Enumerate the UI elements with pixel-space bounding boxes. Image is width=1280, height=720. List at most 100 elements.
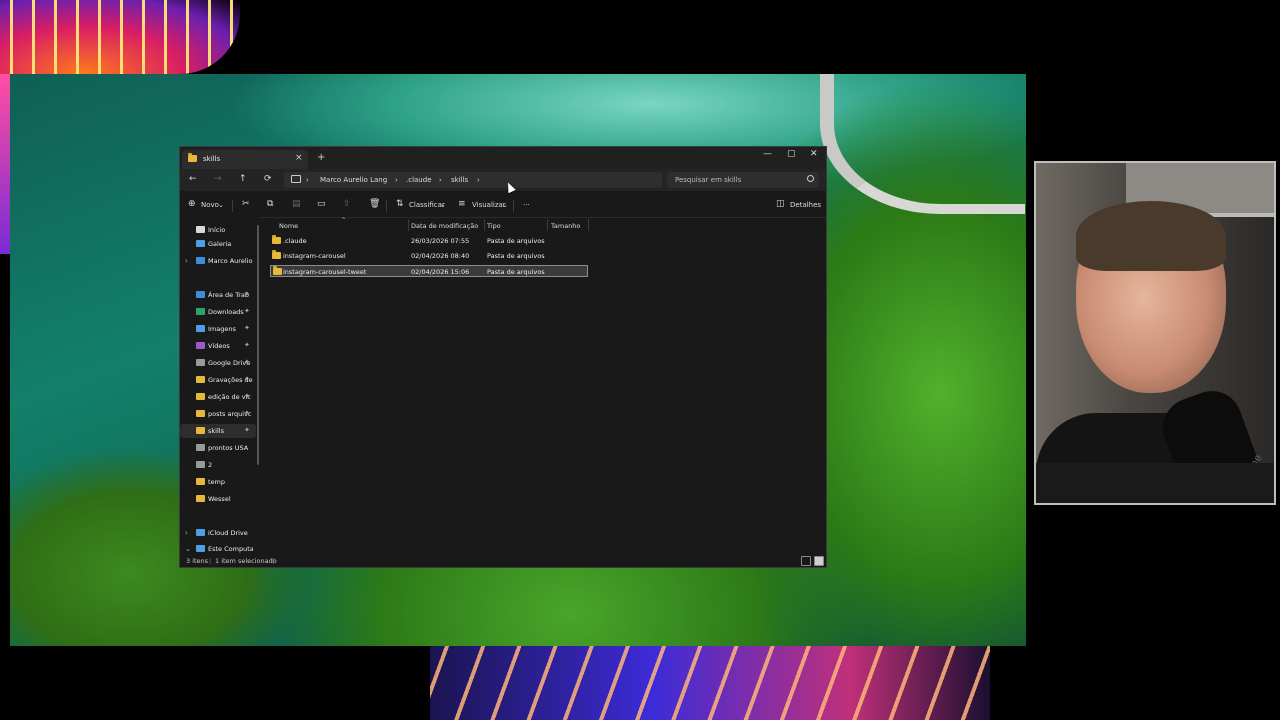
column-divider[interactable] [484, 219, 485, 231]
breadcrumb-claude[interactable]: .claude [406, 176, 432, 184]
sidebar-item[interactable]: Imagens ✦ [180, 322, 256, 336]
tab-bar: skills × + — ▢ ✕ [180, 147, 826, 169]
sidebar-item-label: Wessel [208, 495, 231, 503]
collapse-chevron-icon[interactable]: ⌄ [185, 545, 191, 553]
sidebar-scrollbar[interactable] [257, 225, 259, 465]
expand-chevron-icon[interactable]: › [185, 257, 188, 265]
pin-icon[interactable]: ✦ [244, 375, 250, 383]
sidebar-item[interactable]: Início [180, 223, 256, 237]
column-header-size[interactable]: Tamanho [551, 222, 580, 230]
column-divider[interactable] [547, 219, 548, 231]
minimize-button[interactable]: — [763, 149, 772, 159]
breadcrumb-separator[interactable]: › [477, 176, 480, 184]
sidebar-item[interactable]: Galeria [180, 237, 256, 251]
tab-title: skills [203, 155, 221, 163]
share-icon[interactable]: ⇪ [343, 199, 351, 209]
column-header-type[interactable]: Tipo [487, 222, 501, 230]
sidebar-item-label: prontos USA [208, 444, 249, 452]
sidebar-item[interactable]: temp [180, 475, 256, 489]
more-options-button[interactable]: ··· [523, 201, 530, 209]
new-dropdown-icon[interactable]: ⌄ [218, 201, 224, 209]
view-button[interactable]: Visualizar [472, 201, 506, 209]
sidebar-item[interactable]: › iCloud Drive [180, 526, 256, 540]
pin-icon[interactable]: ✦ [244, 324, 250, 332]
details-view-icon[interactable] [801, 556, 811, 566]
search-icon[interactable] [807, 175, 814, 182]
table-row[interactable]: instagram-carousel 02/04/2026 08:40 Past… [270, 250, 588, 262]
column-divider[interactable] [588, 219, 589, 231]
sidebar-item-label: Galeria [208, 240, 232, 248]
expand-chevron-icon[interactable]: › [185, 529, 188, 537]
column-header-name[interactable]: Nome [279, 222, 298, 230]
onedrive-icon [196, 257, 205, 264]
tiles-view-icon[interactable] [814, 556, 824, 566]
sidebar-item[interactable]: edição de víc ✦ [180, 390, 256, 404]
sort-dropdown-icon[interactable]: ⌄ [440, 201, 446, 209]
download-icon [196, 308, 205, 315]
column-divider[interactable] [408, 219, 409, 231]
wallpaper-stripes-top [0, 0, 240, 74]
breadcrumb-skills[interactable]: skills [451, 176, 468, 184]
navigation-bar: ← → ↑ ⟳ › Marco Aurelio Lang › .claude ›… [180, 169, 826, 191]
sidebar-item[interactable]: Gravações de ✦ [180, 373, 256, 387]
webcam-overlay: fifine [1034, 161, 1276, 505]
cut-icon[interactable]: ✂ [242, 199, 250, 209]
new-plus-icon: ⊕ [188, 199, 196, 209]
sidebar-item-label: iCloud Drive [208, 529, 248, 537]
back-button[interactable]: ← [189, 174, 197, 184]
navigation-pane: Início Galeria › Marco Aurelio - Área de Tra… [180, 217, 260, 554]
item-count: 3 itens [186, 557, 209, 565]
tab-skills[interactable]: skills × [182, 150, 308, 169]
table-row[interactable]: .claude 26/03/2026 07:55 Pasta de arquiv… [270, 235, 588, 247]
search-input[interactable]: Pesquisar em skills [667, 172, 819, 188]
pin-icon[interactable]: ✦ [244, 392, 250, 400]
pc-icon [196, 545, 205, 552]
sidebar-item[interactable]: Wessel [180, 492, 256, 506]
new-button[interactable]: Novo [201, 201, 219, 209]
pin-icon[interactable]: ✦ [244, 307, 250, 315]
sidebar-item[interactable]: Área de Trab ✦ [180, 288, 256, 302]
forward-button[interactable]: → [214, 174, 222, 184]
breadcrumb-user[interactable]: Marco Aurelio Lang [320, 176, 387, 184]
pin-icon[interactable]: ✦ [244, 341, 250, 349]
column-header-modified[interactable]: Data de modificação [411, 222, 478, 230]
sidebar-item[interactable]: Google Drive ✦ [180, 356, 256, 370]
pin-icon[interactable]: ✦ [244, 426, 250, 434]
sidebar-item[interactable]: Downloads ✦ [180, 305, 256, 319]
close-window-button[interactable]: ✕ [810, 149, 818, 159]
webcam-foreground [1036, 463, 1274, 503]
view-dropdown-icon[interactable]: ⌄ [502, 201, 508, 209]
close-tab-icon[interactable]: × [295, 153, 303, 163]
paste-icon[interactable]: ▤ [292, 199, 301, 209]
status-divider: | [272, 557, 275, 565]
sidebar-item[interactable]: › Marco Aurelio - [180, 254, 256, 268]
toolbar-divider [386, 200, 387, 212]
delete-icon[interactable]: 🗑 [369, 199, 380, 209]
sidebar-item[interactable]: posts arquivc ✦ [180, 407, 256, 421]
sidebar-item[interactable]: 2 [180, 458, 256, 472]
new-tab-button[interactable]: + [317, 152, 325, 163]
file-name: instagram-carousel-tweet [283, 268, 367, 276]
sort-asc-icon: ^ [341, 217, 347, 224]
view-icon: ≡ [458, 199, 466, 209]
pin-icon[interactable]: ✦ [244, 409, 250, 417]
folder-icon [196, 427, 205, 434]
sidebar-item-label: Início [208, 226, 226, 234]
sidebar-item[interactable]: prontos USA [180, 441, 256, 455]
address-bar[interactable]: › Marco Aurelio Lang › .claude › skills … [284, 172, 662, 188]
sidebar-item[interactable]: skills ✦ [180, 424, 256, 438]
file-name: instagram-carousel [283, 252, 346, 260]
pin-icon[interactable]: ✦ [244, 358, 250, 366]
maximize-button[interactable]: ▢ [787, 149, 796, 159]
pin-icon[interactable]: ✦ [244, 290, 250, 298]
folder-icon [196, 376, 205, 383]
table-row-selected[interactable]: instagram-carousel-tweet 02/04/2026 15:0… [270, 265, 588, 277]
sort-icon: ⇅ [396, 199, 404, 209]
up-button[interactable]: ↑ [239, 174, 247, 184]
sidebar-item[interactable]: Vídeos ✦ [180, 339, 256, 353]
rename-icon[interactable]: ▭ [317, 199, 326, 209]
details-button[interactable]: Detalhes [790, 201, 821, 209]
copy-icon[interactable]: ⧉ [267, 199, 273, 209]
refresh-button[interactable]: ⟳ [264, 174, 272, 184]
status-divider: | [209, 557, 212, 565]
